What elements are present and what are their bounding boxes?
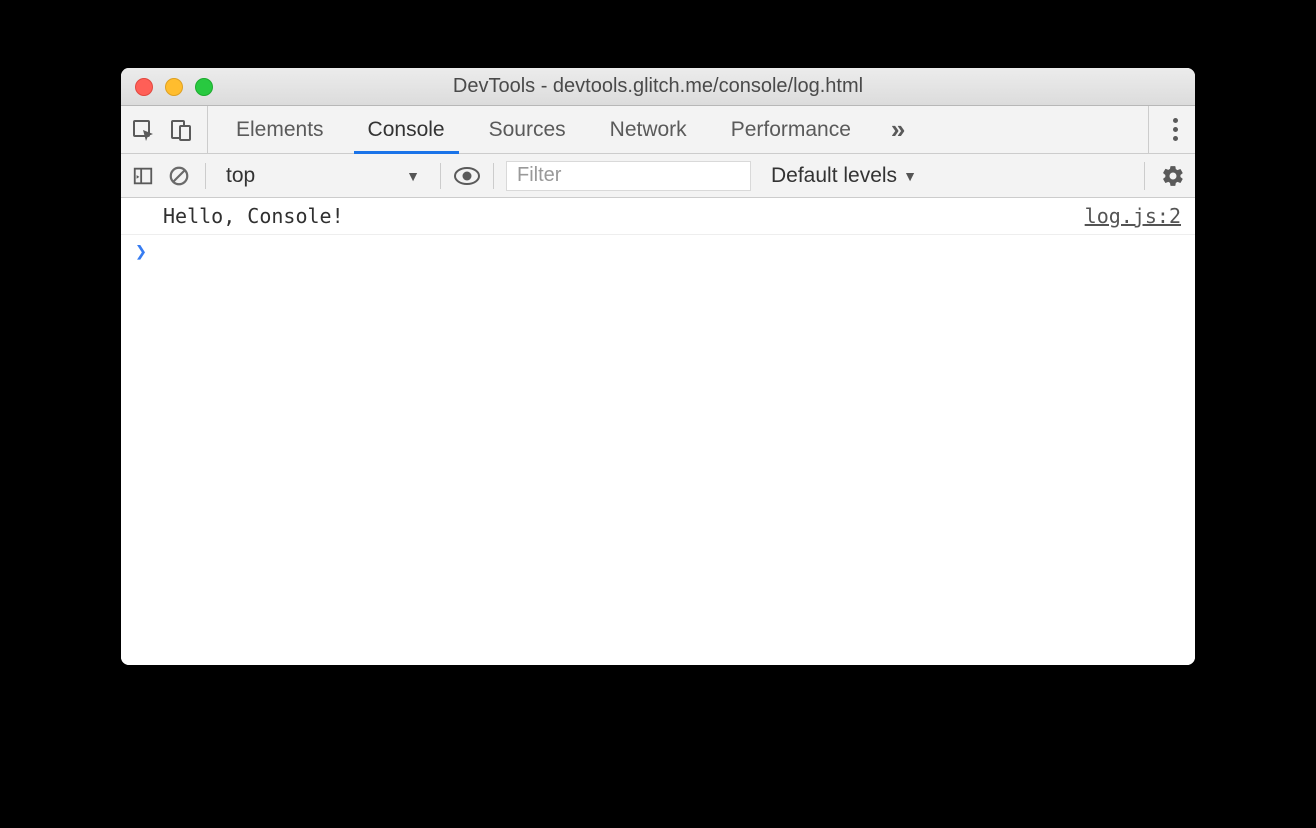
- tabs-overflow-button[interactable]: »: [873, 106, 923, 153]
- console-settings-icon[interactable]: [1159, 162, 1187, 190]
- log-levels-select[interactable]: Default levels ▼: [759, 164, 929, 188]
- log-source-link[interactable]: log.js:2: [1085, 204, 1181, 228]
- prompt-icon: ❯: [135, 239, 147, 263]
- overflow-icon: »: [891, 114, 905, 145]
- more-options-button[interactable]: [1163, 118, 1187, 141]
- tab-network[interactable]: Network: [588, 106, 709, 153]
- device-toolbar-icon[interactable]: [167, 116, 195, 144]
- tab-sources[interactable]: Sources: [467, 106, 588, 153]
- live-expression-icon[interactable]: [453, 162, 481, 190]
- traffic-lights: [121, 78, 213, 96]
- inspect-element-icon[interactable]: [129, 116, 157, 144]
- tabs-right: [1148, 106, 1187, 153]
- console-toolbar: top ▼ Default levels ▼: [121, 154, 1195, 198]
- console-prompt[interactable]: ❯: [121, 235, 1195, 267]
- console-body: Hello, Console! log.js:2 ❯: [121, 198, 1195, 665]
- log-message: Hello, Console!: [163, 204, 344, 228]
- divider: [493, 163, 494, 189]
- tab-label: Sources: [489, 118, 566, 142]
- chevron-down-icon: ▼: [406, 168, 420, 184]
- filter-input[interactable]: [506, 161, 751, 191]
- tab-console[interactable]: Console: [346, 106, 467, 153]
- tab-label: Elements: [236, 118, 324, 142]
- tab-elements[interactable]: Elements: [214, 106, 346, 153]
- zoom-window-button[interactable]: [195, 78, 213, 96]
- toolbar-left-icons: [129, 106, 208, 153]
- window-title: DevTools - devtools.glitch.me/console/lo…: [121, 75, 1195, 98]
- chevron-down-icon: ▼: [903, 168, 917, 184]
- divider: [205, 163, 206, 189]
- tab-label: Performance: [731, 118, 851, 142]
- console-toolbar-right: [1144, 162, 1187, 190]
- execution-context-select[interactable]: top ▼: [218, 164, 428, 188]
- tab-label: Network: [610, 118, 687, 142]
- levels-label: Default levels: [771, 164, 897, 188]
- tab-performance[interactable]: Performance: [709, 106, 873, 153]
- devtools-window: DevTools - devtools.glitch.me/console/lo…: [121, 68, 1195, 665]
- close-window-button[interactable]: [135, 78, 153, 96]
- minimize-window-button[interactable]: [165, 78, 183, 96]
- panel-tabs: Elements Console Sources Network Perform…: [214, 106, 873, 153]
- titlebar: DevTools - devtools.glitch.me/console/lo…: [121, 68, 1195, 106]
- clear-console-icon[interactable]: [165, 162, 193, 190]
- panel-tabs-row: Elements Console Sources Network Perform…: [121, 106, 1195, 154]
- tab-label: Console: [368, 118, 445, 142]
- context-value: top: [226, 164, 255, 188]
- divider: [440, 163, 441, 189]
- toggle-console-sidebar-icon[interactable]: [129, 162, 157, 190]
- console-log-row: Hello, Console! log.js:2: [121, 198, 1195, 235]
